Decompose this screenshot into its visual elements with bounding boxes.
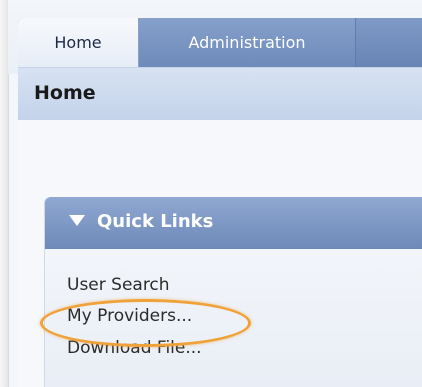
page-title: Home: [34, 82, 96, 104]
link-user-search[interactable]: User Search: [67, 275, 170, 295]
application-frame: Home Administration Home Quick Links Use…: [0, 0, 422, 387]
link-download-file[interactable]: Download File...: [67, 338, 202, 358]
tab-home[interactable]: Home: [18, 18, 139, 67]
quick-links-title: Quick Links: [97, 211, 214, 232]
page-header: Home: [18, 67, 422, 121]
tab-administration[interactable]: Administration: [139, 18, 355, 67]
tab-bar: Home Administration: [18, 18, 422, 67]
quick-links-panel: Quick Links User Search My Providers... …: [44, 197, 422, 387]
tab-separator: [355, 18, 356, 67]
link-my-providers[interactable]: My Providers...: [67, 306, 192, 326]
quick-links-header[interactable]: Quick Links: [45, 197, 422, 250]
triangle-down-icon[interactable]: [69, 215, 85, 226]
quick-links-body: User Search My Providers... Download Fil…: [45, 249, 422, 387]
tab-bar-filler: [356, 18, 422, 67]
